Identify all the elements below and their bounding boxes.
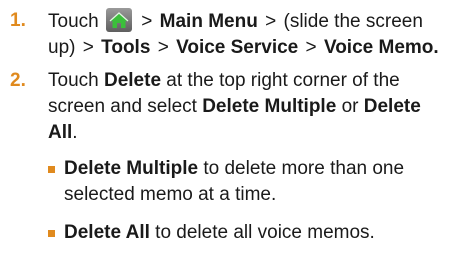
voice-service-label: Voice Service bbox=[176, 37, 299, 58]
period: . bbox=[72, 122, 78, 143]
step-number: 1. bbox=[10, 10, 26, 31]
step-number: 2. bbox=[10, 70, 26, 91]
home-icon bbox=[105, 8, 132, 32]
touch-text: Touch bbox=[48, 11, 99, 32]
delete-multiple-label: Delete Multiple bbox=[202, 96, 337, 117]
bullet-desc: to delete all voice memos. bbox=[155, 222, 375, 243]
tools-label: Tools bbox=[101, 37, 151, 58]
separator: > bbox=[82, 37, 94, 58]
step-1: 1. Touch > Main Menu > (slide the screen… bbox=[0, 8, 455, 61]
bullet-list: Delete Multiple to delete more than one … bbox=[48, 156, 455, 246]
list-item: Delete All to delete all voice memos. bbox=[48, 220, 444, 246]
touch-text: Touch bbox=[48, 70, 99, 91]
main-menu-label: Main Menu bbox=[159, 11, 258, 32]
step-text: Touch Delete at the top right corner of … bbox=[48, 68, 448, 146]
separator: > bbox=[157, 37, 169, 58]
separator: > bbox=[305, 37, 317, 58]
step-text: Touch > Main Menu > (slide the screen up… bbox=[48, 8, 448, 61]
bullet-marker bbox=[48, 166, 55, 173]
list-item: Delete Multiple to delete more than one … bbox=[48, 156, 444, 208]
bullet-term: Delete Multiple bbox=[64, 158, 199, 179]
or-text: or bbox=[341, 96, 359, 117]
instruction-page: 1. Touch > Main Menu > (slide the screen… bbox=[0, 0, 455, 255]
step-2: 2. Touch Delete at the top right corner … bbox=[0, 68, 455, 146]
voice-memo-label: Voice Memo. bbox=[323, 37, 439, 58]
delete-label: Delete bbox=[103, 70, 162, 91]
bullet-marker bbox=[48, 230, 55, 237]
separator: > bbox=[265, 11, 277, 32]
separator: > bbox=[141, 11, 153, 32]
bullet-term: Delete All bbox=[64, 222, 150, 243]
